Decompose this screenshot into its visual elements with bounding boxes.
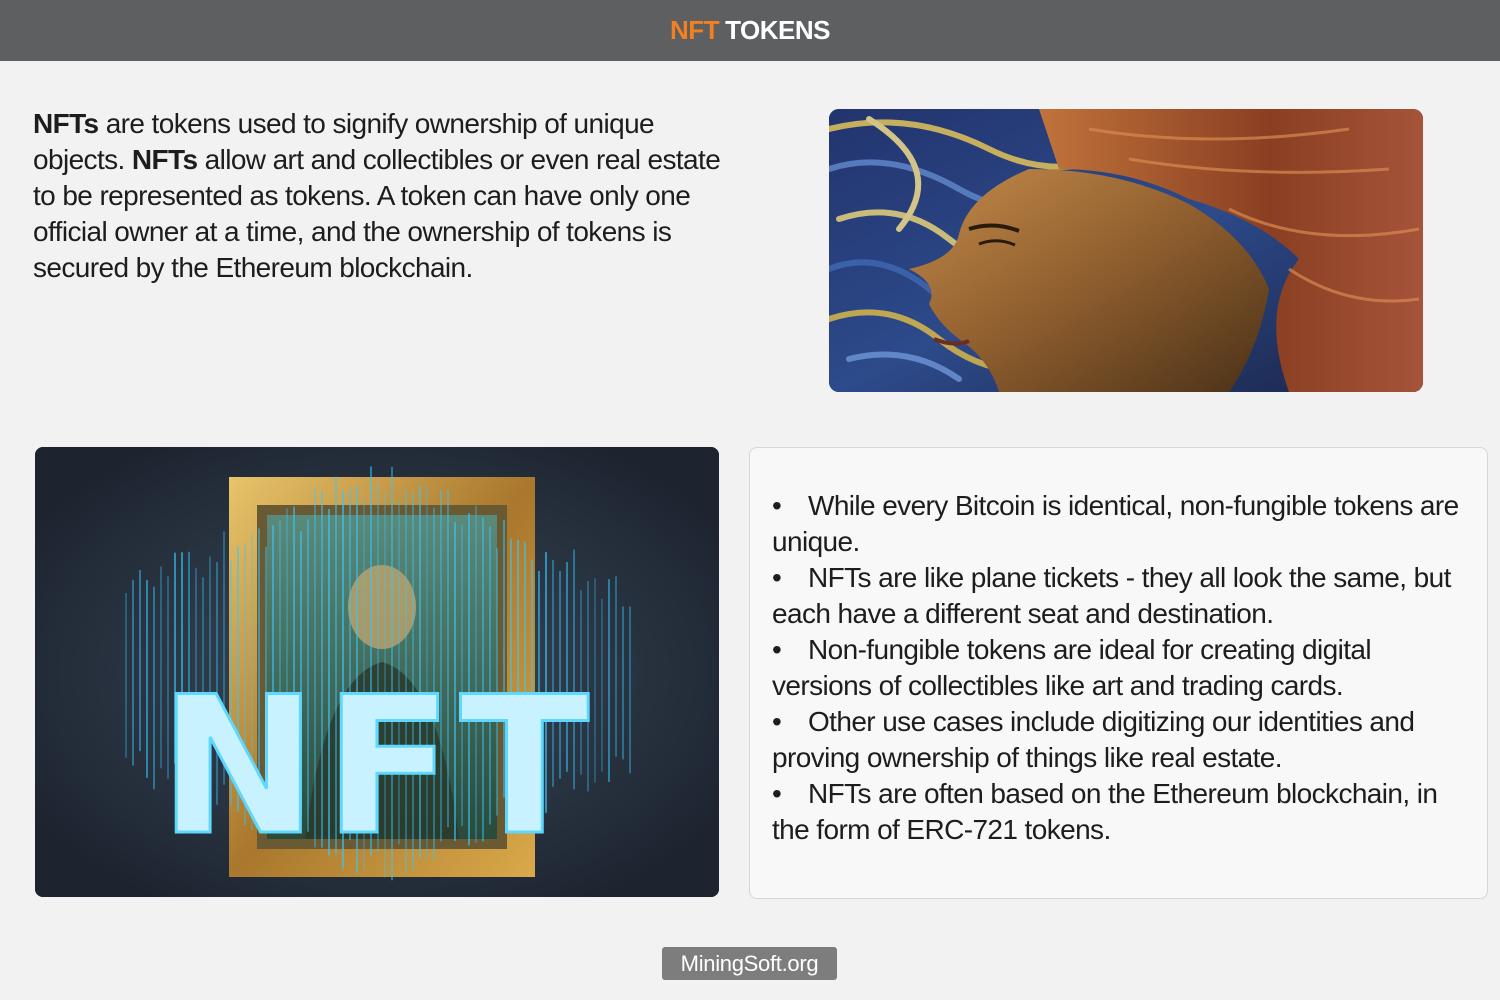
nft-illustration: NFT bbox=[35, 447, 719, 897]
code-rain-line bbox=[601, 598, 603, 772]
list-item: • NFTs are like plane tickets - they all … bbox=[772, 562, 1451, 629]
intro-paragraph: NFTs are tokens used to signify ownershi… bbox=[33, 106, 733, 286]
list-item: • Other use cases include digitizing our … bbox=[772, 706, 1415, 773]
code-rain-line bbox=[146, 580, 148, 778]
code-rain-line bbox=[629, 606, 631, 774]
intro-bold-2: NFTs bbox=[131, 144, 198, 175]
intro-bold-1: NFTs bbox=[33, 108, 99, 139]
title-rest: TOKENS bbox=[725, 15, 830, 45]
site-watermark: MiningSoft.org bbox=[662, 947, 837, 980]
nft-overlay-text: NFT bbox=[159, 656, 595, 877]
title-accent: NFT bbox=[670, 15, 720, 45]
code-rain-line bbox=[622, 606, 624, 760]
list-item: • Non-fungible tokens are ideal for creat… bbox=[772, 634, 1372, 701]
code-rain-line bbox=[615, 576, 617, 757]
mona-lisa-nft-image: NFT bbox=[35, 447, 719, 897]
page-header: NFT TOKENS bbox=[0, 0, 1500, 61]
painted-portrait-image bbox=[829, 109, 1423, 392]
list-item: • NFTs are often based on the Ethereum bl… bbox=[772, 778, 1438, 845]
code-rain-line bbox=[132, 579, 134, 766]
code-rain-line bbox=[608, 579, 610, 782]
list-item: • While every Bitcoin is identical, non-f… bbox=[772, 490, 1459, 557]
code-rain-line bbox=[139, 569, 141, 752]
portrait-illustration bbox=[829, 109, 1423, 392]
code-rain-line bbox=[153, 586, 155, 790]
code-rain-line bbox=[125, 592, 127, 758]
bullet-list-card: • While every Bitcoin is identical, non-f… bbox=[749, 447, 1488, 899]
